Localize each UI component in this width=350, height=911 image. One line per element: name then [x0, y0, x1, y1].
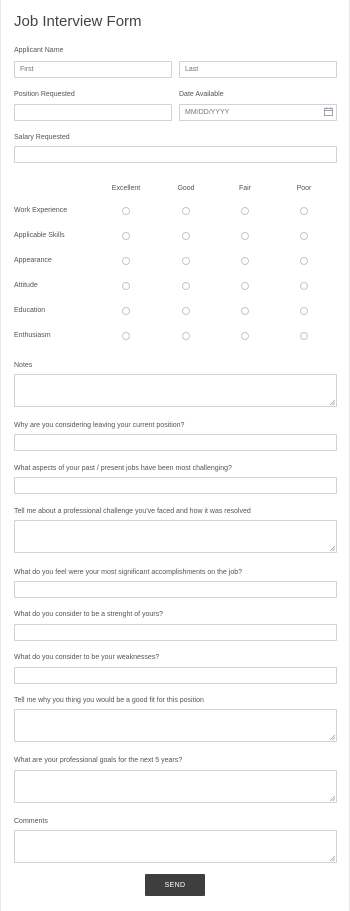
radio-attitude-fair[interactable] — [241, 282, 249, 290]
radio-appearance-poor[interactable] — [300, 257, 308, 265]
radio-enthusiasm-excellent[interactable] — [122, 332, 130, 340]
resize-grip-icon[interactable] — [329, 545, 335, 551]
date-available-label: Date Available — [179, 91, 224, 98]
challenging-question-label: What aspects of your past / present jobs… — [14, 465, 232, 472]
radio-education-excellent[interactable] — [122, 307, 130, 315]
radio-work-experience-poor[interactable] — [300, 207, 308, 215]
weaknesses-label: What do you consider to be your weakness… — [14, 654, 160, 661]
comments-textarea[interactable] — [14, 830, 337, 863]
leaving-question-label: Why are you considering leaving your cur… — [14, 422, 185, 429]
rating-row-enthusiasm: Enthusiasm — [14, 332, 51, 339]
good-fit-label: Tell me why you thing you would be a goo… — [14, 697, 204, 704]
comments-label: Comments — [14, 818, 48, 825]
salary-requested-label: Salary Requested — [14, 134, 70, 141]
radio-attitude-good[interactable] — [182, 282, 190, 290]
radio-work-experience-fair[interactable] — [241, 207, 249, 215]
rating-row-education: Education — [14, 307, 46, 314]
strength-input[interactable] — [14, 624, 337, 641]
challenge-resolved-label: Tell me about a professional challenge y… — [14, 508, 251, 515]
radio-education-fair[interactable] — [241, 307, 249, 315]
radio-work-experience-good[interactable] — [182, 207, 190, 215]
rating-column-good: Good — [177, 185, 195, 192]
notes-label: Notes — [14, 362, 33, 369]
radio-enthusiasm-good[interactable] — [182, 332, 190, 340]
date-available-input[interactable] — [179, 104, 337, 121]
radio-work-experience-excellent[interactable] — [122, 207, 130, 215]
rating-row-applicable-skills: Applicable Skills — [14, 232, 65, 239]
radio-enthusiasm-fair[interactable] — [241, 332, 249, 340]
good-fit-textarea[interactable] — [14, 709, 337, 742]
rating-column-excellent: Excellent — [111, 185, 141, 192]
first-name-input[interactable] — [14, 61, 172, 78]
radio-applicable-skills-poor[interactable] — [300, 232, 308, 240]
challenging-input[interactable] — [14, 477, 337, 494]
radio-education-good[interactable] — [182, 307, 190, 315]
radio-appearance-good[interactable] — [182, 257, 190, 265]
goals-textarea[interactable] — [14, 770, 337, 803]
page-border-left — [0, 0, 1, 911]
goals-field — [14, 770, 337, 803]
radio-education-poor[interactable] — [300, 307, 308, 315]
radio-enthusiasm-poor[interactable] — [300, 332, 308, 340]
notes-textarea[interactable] — [14, 374, 337, 407]
calendar-icon[interactable] — [324, 107, 333, 116]
applicant-name-label: Applicant Name — [14, 47, 64, 54]
leaving-input[interactable] — [14, 434, 337, 451]
radio-applicable-skills-excellent[interactable] — [122, 232, 130, 240]
accomplishments-input[interactable] — [14, 581, 337, 598]
challenge-resolved-textarea[interactable] — [14, 520, 337, 553]
accomplishments-label: What do you feel were your most signific… — [14, 569, 243, 576]
rating-row-appearance: Appearance — [14, 257, 52, 264]
radio-attitude-excellent[interactable] — [122, 282, 130, 290]
radio-appearance-excellent[interactable] — [122, 257, 130, 265]
resize-grip-icon[interactable] — [329, 734, 335, 740]
last-name-input[interactable] — [179, 61, 337, 78]
form-title: Job Interview Form — [14, 13, 142, 30]
strength-label: What do you consider to be a strenght of… — [14, 611, 164, 618]
rating-column-fair: Fair — [238, 185, 252, 192]
send-button[interactable]: SEND — [145, 874, 205, 896]
radio-appearance-fair[interactable] — [241, 257, 249, 265]
good-fit-field — [14, 709, 337, 742]
radio-applicable-skills-fair[interactable] — [241, 232, 249, 240]
resize-grip-icon[interactable] — [329, 795, 335, 801]
position-requested-input[interactable] — [14, 104, 172, 121]
resize-grip-icon[interactable] — [329, 855, 335, 861]
rating-row-work-experience: Work Experience — [14, 207, 68, 214]
goals-label: What are your professional goals for the… — [14, 757, 183, 764]
position-requested-label: Position Requested — [14, 91, 75, 98]
notes-field — [14, 374, 337, 407]
weaknesses-input[interactable] — [14, 667, 337, 684]
rating-row-attitude: Attitude — [14, 282, 38, 289]
radio-attitude-poor[interactable] — [300, 282, 308, 290]
comments-field — [14, 830, 337, 863]
salary-requested-input[interactable] — [14, 146, 337, 163]
resize-grip-icon[interactable] — [329, 399, 335, 405]
challenge-resolved-field — [14, 520, 337, 553]
date-available-field — [179, 104, 337, 121]
radio-applicable-skills-good[interactable] — [182, 232, 190, 240]
rating-column-poor: Poor — [296, 185, 312, 192]
